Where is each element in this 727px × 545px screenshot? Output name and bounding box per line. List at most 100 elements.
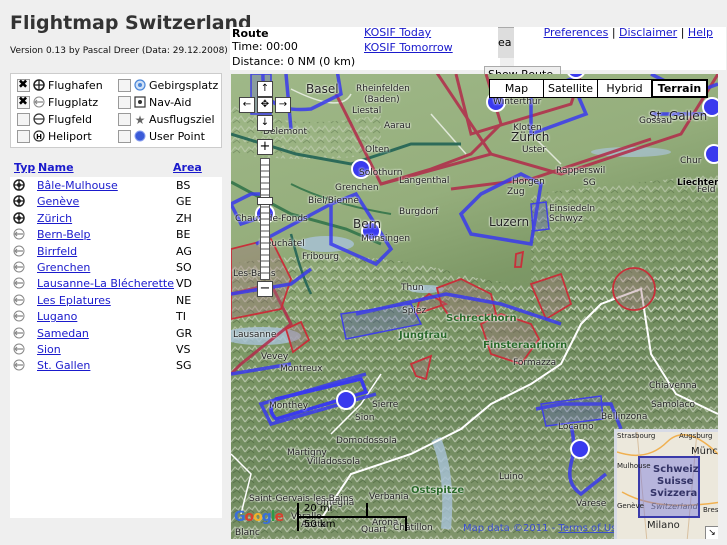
map-place-label: Sion [355,413,375,423]
airfield-icon [13,343,25,355]
list-item: Genève GE [10,194,222,210]
map-place-label: Rheinfelden [356,84,410,94]
overview-toggle-button[interactable]: ↘ [705,526,718,539]
overview-label: Switzerland [651,502,698,511]
legend-item-flughafen[interactable]: Flughafen [17,77,103,93]
legend-item-heliport[interactable]: H Heliport [17,128,92,144]
list-item: Grenchen SO [10,260,222,276]
airfield-name-link[interactable]: Genève [37,195,79,208]
map-place-label: Biel/Bienne [308,196,359,206]
user-point-icon [134,130,146,142]
link-separator: | [611,26,616,39]
legend-item-user-point[interactable]: User Point [118,128,205,144]
map-place-label: Liechten [677,178,718,188]
zoom-slider-handle[interactable] [257,197,273,205]
airfield-area: VS [176,343,191,356]
sort-by-area-link[interactable]: Area [173,161,202,174]
map-place-label: Blanc [235,528,260,538]
airfield-area: GR [176,326,193,340]
legend-checkbox[interactable] [17,94,30,109]
airfield-area: GE [176,195,192,209]
airfield-name-link[interactable]: Lausanne-La Blécherette [37,277,174,290]
map-place-label: Finsteraarhorn [483,340,568,351]
legend-checkbox[interactable] [17,129,30,143]
airport-icon [13,195,25,208]
legend-item-flugplatz[interactable]: Flugplatz [17,94,98,110]
pan-center-button[interactable]: ✥ [257,97,273,113]
route-title: Route [232,27,269,40]
top-links: Preferences | Disclaimer | Help [544,26,713,39]
map-place-label: Monthey [269,401,309,411]
legend-item-flugfeld[interactable]: Flugfeld [17,111,92,127]
airfield-area: NE [176,293,192,307]
map-type-hybrid-button[interactable]: Hybrid [597,79,652,98]
legend-item-ausflugsziel[interactable]: ★ Ausflugsziel [118,111,215,127]
map-type-satellite-button[interactable]: Satellite [543,79,598,98]
overview-city: Milano [647,520,680,531]
clear-route-button[interactable]: ea [498,27,514,58]
map-place-label: SG [583,178,596,188]
airfield-name-link[interactable]: Grenchen [37,261,90,274]
airfield-name-link[interactable]: Lugano [37,310,77,323]
airfield-name-link[interactable]: St. Gallen [37,359,90,372]
zoom-in-button[interactable]: + [257,139,273,155]
airfield-name-link[interactable]: Les Eplatures [37,294,111,307]
legend-label: Ausflugsziel [149,112,215,126]
help-link[interactable]: Help [688,26,713,39]
airfield-name-link[interactable]: Zürich [37,212,72,225]
airfield-name-link[interactable]: Bern-Belp [37,228,91,241]
pan-down-button[interactable]: ↓ [257,115,273,131]
kosif-today-link[interactable]: KOSIF Today [364,26,431,39]
airfield-area: ZH [176,211,192,225]
airfield-name-link[interactable]: Sion [37,343,61,356]
legend-checkbox[interactable] [118,112,131,126]
map-place-label: Chaux-de-Fonds [235,214,308,224]
map-canvas[interactable]: Basel Rheinfelden (Baden) Liestal Aarau Delem… [231,74,718,539]
map-place-label: Zug [507,187,525,197]
pan-right-button[interactable]: → [275,97,291,113]
airfield-icon [13,277,25,289]
map-place-label: Einsiedeln [549,204,596,214]
airfield-name-link[interactable]: Samedan [37,327,89,340]
preferences-link[interactable]: Preferences [544,26,609,39]
map-place-label: Schwyz [549,214,583,224]
map-place-label: Sierre [372,400,399,410]
sort-by-type-link[interactable]: Typ [14,161,35,174]
list-item: St. Gallen SG [10,358,222,374]
legend-checkbox[interactable] [118,95,131,109]
legend-checkbox[interactable] [118,78,131,92]
map-place-label: Rapperswil [556,166,606,176]
map-place-label: Spiez [402,306,427,316]
map-type-terrain-button[interactable]: Terrain [651,79,708,98]
navaid-icon [134,96,146,108]
scale-bar: 20 mi 50 km [297,503,407,531]
map-place-label: Uster [522,145,547,155]
map-place-label: Kloten [513,123,542,133]
disclaimer-link[interactable]: Disclaimer [619,26,677,39]
map-place-label: Domodossola [336,436,397,446]
airfield-name-link[interactable]: Birrfeld [37,245,77,258]
map-place-label: Olten [365,145,390,155]
legend-checkbox[interactable] [17,77,30,92]
sort-by-name-link[interactable]: Name [38,161,74,174]
map-place-label: (Baden) [364,95,400,105]
zoom-out-button[interactable]: − [257,281,273,297]
map-type-map-button[interactable]: Map [489,79,544,98]
map-place-label: Chur [680,156,702,166]
kosif-tomorrow-link[interactable]: KOSIF Tomorrow [364,41,453,54]
overview-map[interactable]: Schweiz Suisse Svizzera Switzerland Strasbou… [614,429,718,539]
pan-up-button[interactable]: ↑ [257,81,273,97]
legend-item-nav-aid[interactable]: Nav-Aid [118,94,191,110]
airfield-icon [13,228,25,240]
pan-left-button[interactable]: ← [239,97,255,113]
airfield-name-link[interactable]: Bâle-Mulhouse [37,179,118,192]
zoom-slider-track[interactable] [260,158,270,280]
map-place-label: Solothurn [359,168,403,178]
legend-checkbox[interactable] [118,129,131,143]
legend-checkbox[interactable] [17,112,30,126]
terms-of-use-link[interactable]: Terms of Use [558,523,622,534]
airport-icon [33,79,45,91]
legend-item-gebirgsplatz[interactable]: Gebirgsplatz [118,77,218,93]
map-place-label: Schreckhorn [446,313,517,324]
overview-city: Augsburg [679,432,713,440]
